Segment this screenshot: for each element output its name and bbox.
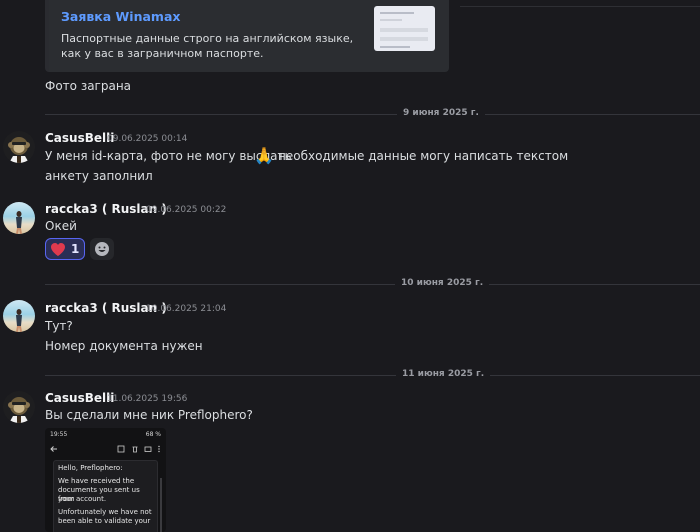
beach-avatar-icon	[16, 211, 22, 234]
smiley-icon	[95, 242, 109, 256]
phone-status-time: 19:55	[50, 431, 68, 438]
embed-title-link[interactable]: Заявка Winamax	[61, 9, 180, 24]
image-attachment[interactable]: 19:55 68 % Hello, Preflophero: We have r…	[45, 428, 166, 532]
message-text: анкету заполнил	[45, 169, 153, 183]
monkey-avatar-icon	[8, 137, 30, 163]
username[interactable]: CasusBelli	[45, 391, 114, 405]
message-text: Номер документа нужен	[45, 339, 203, 353]
timestamp: 10.06.2025 21:04	[146, 304, 227, 314]
monkey-avatar-icon	[8, 397, 30, 423]
timestamp: 09.06.2025 00:14	[107, 134, 188, 144]
message-text: Тут?	[45, 319, 73, 333]
embed-thumbnail[interactable]	[374, 6, 435, 51]
message-text: Окей	[45, 219, 77, 233]
mail-icon	[144, 446, 152, 452]
avatar[interactable]	[3, 300, 35, 332]
username[interactable]: CasusBelli	[45, 131, 114, 145]
scrollbar	[160, 478, 162, 532]
date-divider-label: 10 июня 2025 г.	[395, 278, 490, 288]
avatar[interactable]	[3, 131, 35, 163]
archive-icon	[117, 445, 125, 453]
back-arrow-icon	[50, 446, 57, 452]
date-divider	[45, 284, 700, 285]
date-divider-label: 11 июня 2025 г.	[396, 369, 491, 379]
phone-battery-level: 68 %	[145, 431, 161, 438]
date-divider-label: 9 июня 2025 г.	[397, 108, 485, 118]
avatar[interactable]	[3, 391, 35, 423]
pray-emoji: 🙏	[254, 146, 274, 165]
message-text: Фото заграна	[45, 79, 132, 93]
reaction-heart[interactable]: 1	[45, 238, 85, 260]
reaction-count: 1	[71, 242, 80, 256]
timestamp: 09.06.2025 00:22	[146, 205, 227, 215]
embed-card: Заявка Winamax Паспортные данные строго …	[45, 0, 449, 72]
beach-avatar-icon	[16, 309, 22, 332]
message-text: необходимые данные могу написать текстом	[278, 149, 569, 163]
add-reaction-button[interactable]	[90, 238, 114, 260]
delete-icon	[132, 446, 138, 453]
timestamp: 11.06.2025 19:56	[107, 394, 188, 404]
mail-toolbar	[45, 443, 166, 456]
embed-description: Паспортные данные строго на английском я…	[61, 32, 354, 60]
separator-line	[460, 6, 700, 7]
more-icon	[158, 445, 160, 453]
heart-icon	[51, 243, 65, 256]
date-divider	[45, 375, 700, 376]
mail-body: Hello, Preflophero: We have received the…	[53, 460, 158, 532]
message-text: Вы сделали мне ник Preflophero?	[45, 408, 253, 422]
avatar[interactable]	[3, 202, 35, 234]
date-divider	[45, 114, 700, 115]
